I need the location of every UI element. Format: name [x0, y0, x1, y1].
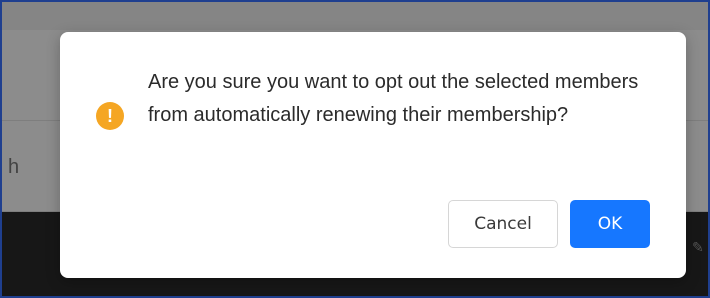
screen: h ✎ ! Are you sure you want to opt out t…: [0, 0, 710, 298]
confirm-dialog: ! Are you sure you want to opt out the s…: [60, 32, 686, 278]
dialog-message: Are you sure you want to opt out the sel…: [148, 71, 639, 126]
exclamation-circle-icon: !: [96, 102, 124, 130]
ok-button[interactable]: OK: [570, 200, 650, 248]
cancel-button[interactable]: Cancel: [448, 200, 558, 248]
